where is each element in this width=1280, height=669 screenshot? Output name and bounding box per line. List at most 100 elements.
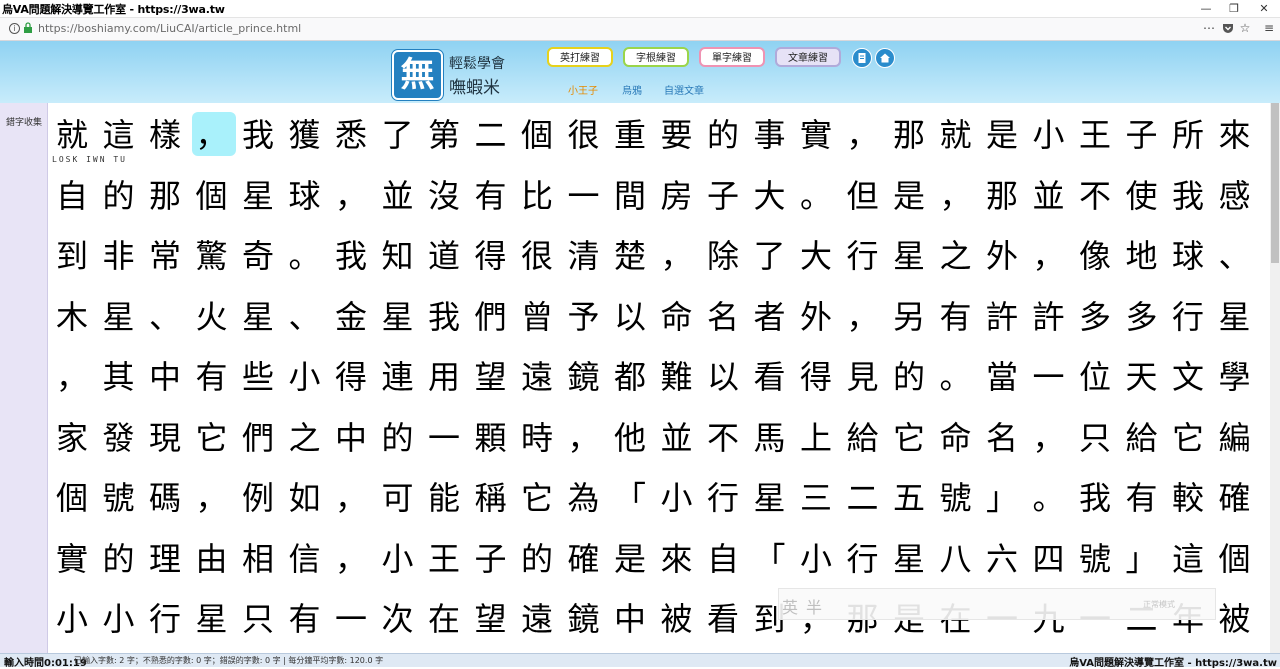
article-char: 我 bbox=[1078, 479, 1111, 517]
article-char: 如 bbox=[288, 479, 321, 517]
article-char: 由 bbox=[195, 539, 228, 578]
article-char: 實 bbox=[799, 116, 832, 154]
article-char: 。 bbox=[939, 358, 972, 396]
article-char: 。 bbox=[1032, 479, 1065, 517]
info-icon[interactable]: i bbox=[9, 23, 20, 34]
article-char: ， bbox=[334, 176, 367, 215]
article-char: 名 bbox=[706, 297, 739, 336]
article-char: 個 bbox=[195, 176, 228, 215]
subnav-crow[interactable]: 烏鴉 bbox=[622, 82, 642, 97]
minimize-button[interactable]: — bbox=[1192, 0, 1220, 17]
article-char: 四 bbox=[1032, 539, 1065, 578]
article-char: 稱 bbox=[474, 479, 507, 517]
article-char: 發 bbox=[102, 418, 135, 457]
article-char: 星 bbox=[102, 297, 135, 336]
lock-icon bbox=[24, 22, 32, 33]
article-char: 顆 bbox=[474, 418, 507, 457]
article-line: 木星、火星、金星我們曾予以命名者外，另有許許多多行星 bbox=[52, 285, 1264, 345]
article-char: 現 bbox=[148, 418, 181, 457]
article-line: ，其中有些小得連用望遠鏡都難以看得見的。當一位天文學 bbox=[52, 345, 1264, 405]
subnav-custom-article[interactable]: 自選文章 bbox=[664, 82, 704, 97]
article-char: ， bbox=[567, 418, 600, 457]
article-char: 。 bbox=[288, 237, 321, 275]
article-char: 來 bbox=[1218, 116, 1251, 154]
ime-mode-english[interactable]: 英 bbox=[782, 594, 798, 618]
article-char: 都 bbox=[613, 358, 646, 396]
article-char: 星 bbox=[195, 600, 228, 638]
article-char: 望 bbox=[474, 358, 507, 396]
article-char: 個 bbox=[55, 479, 88, 517]
article-char: 小 bbox=[55, 600, 88, 638]
vertical-scrollbar[interactable] bbox=[1270, 103, 1280, 653]
article-char: 小 bbox=[381, 539, 414, 578]
more-icon[interactable]: ⋯ bbox=[1202, 21, 1216, 35]
input-method-box[interactable]: 英 半 正常模式 bbox=[778, 588, 1216, 620]
article-char: 一 bbox=[1032, 358, 1065, 396]
article-char: 以 bbox=[706, 358, 739, 396]
url-field[interactable]: https://boshiamy.com/LiuCAI/article_prin… bbox=[38, 22, 301, 35]
article-char: 、 bbox=[1218, 237, 1251, 275]
scrollbar-thumb[interactable] bbox=[1271, 103, 1279, 263]
home-icon[interactable] bbox=[875, 48, 895, 68]
article-char: 那 bbox=[985, 176, 1018, 215]
article-char: 子 bbox=[706, 176, 739, 215]
article-char: 學 bbox=[1218, 358, 1251, 396]
article-char: 遠 bbox=[520, 358, 553, 396]
article-char: 的 bbox=[102, 539, 135, 578]
article-char: 所 bbox=[1171, 116, 1204, 154]
article-char: 很 bbox=[520, 237, 553, 275]
article-char: 二 bbox=[846, 479, 879, 517]
article-char: 的 bbox=[706, 116, 739, 154]
nav-article-practice-button[interactable]: 文章練習 bbox=[775, 47, 841, 67]
typing-stats: 已輸入字數: 2 字；不熟悉的字數: 0 字；錯誤的字數: 0 字 | 每分鐘平… bbox=[74, 656, 384, 665]
article-char: 被 bbox=[1218, 600, 1251, 638]
article-char: 有 bbox=[288, 600, 321, 638]
article-char: 許 bbox=[1032, 297, 1065, 336]
typo-collection-label[interactable]: 錯字收集 bbox=[6, 115, 42, 128]
article-char: 是 bbox=[985, 116, 1018, 154]
article-char: 八 bbox=[939, 539, 972, 578]
article-char: 難 bbox=[660, 358, 693, 396]
article-char: 第 bbox=[427, 116, 460, 154]
article-char: 二 bbox=[474, 116, 507, 154]
article-char: 位 bbox=[1078, 358, 1111, 396]
close-button[interactable]: ✕ bbox=[1250, 0, 1278, 17]
article-text-area[interactable]: 就這樣，我獲悉了第二個很重要的事實，那就是小王子所來 LOSK IWN TU 自的那… bbox=[52, 103, 1264, 653]
article-char: 、 bbox=[288, 297, 321, 336]
pocket-icon[interactable] bbox=[1221, 21, 1235, 35]
article-char: 行 bbox=[846, 237, 879, 275]
article-char: 「 bbox=[613, 479, 646, 517]
article-char: 些 bbox=[241, 358, 274, 396]
article-char: ， bbox=[660, 237, 693, 275]
subnav-little-prince[interactable]: 小王子 bbox=[568, 82, 598, 97]
article-char: 理 bbox=[148, 539, 181, 578]
logo-icon[interactable]: 無 bbox=[392, 50, 443, 100]
article-char: ， bbox=[334, 539, 367, 578]
ime-mode-halfwidth[interactable]: 半 bbox=[806, 594, 822, 618]
window-title-bar: 烏VA問題解決導覽工作室 - https://3wa.tw — ❐ ✕ bbox=[0, 0, 1280, 18]
article-char: 它 bbox=[892, 418, 925, 457]
nav-root-practice-button[interactable]: 字根練習 bbox=[623, 47, 689, 67]
article-char: 們 bbox=[241, 418, 274, 457]
menu-icon[interactable]: ≡ bbox=[1262, 21, 1276, 35]
article-char: 球 bbox=[288, 176, 321, 215]
article-char: 來 bbox=[660, 539, 693, 578]
article-char: 六 bbox=[985, 539, 1018, 578]
article-char: 使 bbox=[1125, 176, 1158, 215]
article-char: 可 bbox=[381, 479, 414, 517]
article-char: 相 bbox=[241, 539, 274, 578]
document-icon[interactable] bbox=[852, 48, 872, 68]
star-icon[interactable]: ☆ bbox=[1238, 21, 1252, 35]
article-char: 有 bbox=[195, 358, 228, 396]
article-line: 家發現它們之中的一顆時，他並不馬上給它命名，只給它編 bbox=[52, 406, 1264, 466]
article-char: 行 bbox=[148, 600, 181, 638]
article-char: 小 bbox=[660, 479, 693, 517]
article-char: 被 bbox=[660, 600, 693, 638]
article-char: 有 bbox=[474, 176, 507, 215]
nav-english-typing-button[interactable]: 英打練習 bbox=[547, 47, 613, 67]
article-char: 清 bbox=[567, 237, 600, 275]
nav-single-char-button[interactable]: 單字練習 bbox=[699, 47, 765, 67]
article-char: 奇 bbox=[241, 237, 274, 275]
maximize-button[interactable]: ❐ bbox=[1220, 0, 1248, 17]
article-char: 星 bbox=[753, 479, 786, 517]
